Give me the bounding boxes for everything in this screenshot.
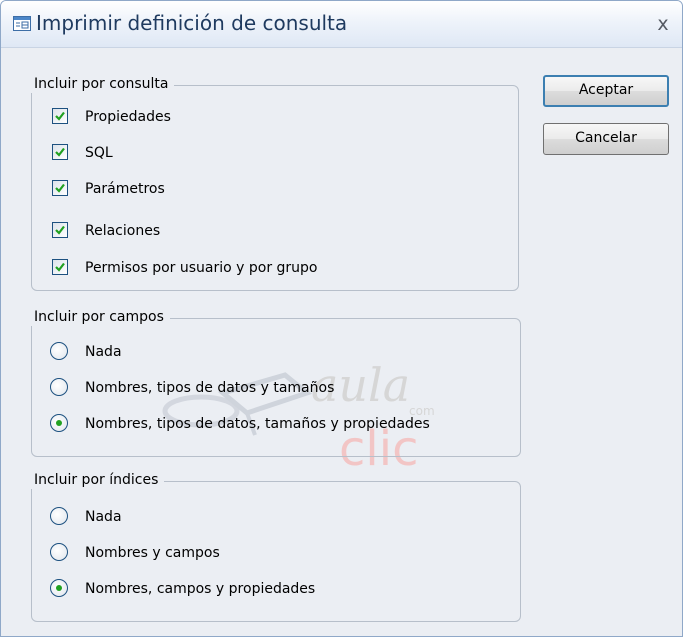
radio-circle[interactable] xyxy=(50,543,68,561)
checkbox-box[interactable] xyxy=(52,259,68,275)
checkbox-label: Relaciones xyxy=(85,223,161,239)
close-button[interactable]: x xyxy=(650,12,676,36)
checkbox-label: Propiedades xyxy=(85,109,171,125)
radio-campos-con-propiedades[interactable]: Nombres, tipos de datos, tamaños y propi… xyxy=(50,413,490,435)
group-label-indices: Incluir por índices xyxy=(31,471,165,489)
radio-label: Nada xyxy=(85,344,122,360)
radio-campos-nombres-tipos-tamanos[interactable]: Nombres, tipos de datos y tamaños xyxy=(50,377,380,399)
accept-button[interactable]: Aceptar xyxy=(543,75,669,107)
radio-label: Nombres, campos y propiedades xyxy=(85,581,316,597)
radio-label: Nada xyxy=(85,509,122,525)
checkmark-icon xyxy=(55,111,65,121)
group-label-campos: Incluir por campos xyxy=(31,308,170,326)
checkbox-label: Parámetros xyxy=(85,181,165,197)
radio-label: Nombres, tipos de datos y tamaños xyxy=(85,380,335,396)
checkmark-icon xyxy=(55,183,65,193)
checkmark-icon xyxy=(55,147,65,157)
close-icon: x xyxy=(657,13,669,35)
radio-circle[interactable] xyxy=(50,414,68,432)
checkbox-permisos[interactable]: Permisos por usuario y por grupo xyxy=(52,257,392,279)
radio-campos-nada[interactable]: Nada xyxy=(50,341,250,363)
radio-circle[interactable] xyxy=(50,507,68,525)
dialog-window: Imprimir definición de consulta x Inclui… xyxy=(0,0,683,637)
checkbox-relaciones[interactable]: Relaciones xyxy=(52,220,352,242)
title-bar[interactable]: Imprimir definición de consulta x xyxy=(1,1,682,48)
checkbox-label: Permisos por usuario y por grupo xyxy=(85,260,318,276)
checkbox-sql[interactable]: SQL xyxy=(52,142,352,164)
checkbox-box[interactable] xyxy=(52,144,68,160)
group-label-consulta: Incluir por consulta xyxy=(31,75,175,93)
radio-circle[interactable] xyxy=(50,342,68,360)
radio-selected-dot xyxy=(56,585,62,591)
checkbox-parametros[interactable]: Parámetros xyxy=(52,178,352,200)
radio-indices-con-propiedades[interactable]: Nombres, campos y propiedades xyxy=(50,578,380,600)
dialog-title: Imprimir definición de consulta xyxy=(36,11,348,35)
checkmark-icon xyxy=(55,225,65,235)
table-properties-icon xyxy=(13,16,31,31)
radio-selected-dot xyxy=(56,420,62,426)
radio-circle[interactable] xyxy=(50,378,68,396)
radio-label: Nombres, tipos de datos, tamaños y propi… xyxy=(85,416,430,432)
checkbox-box[interactable] xyxy=(52,222,68,238)
cancel-button[interactable]: Cancelar xyxy=(543,123,669,155)
checkbox-box[interactable] xyxy=(52,108,68,124)
checkbox-box[interactable] xyxy=(52,180,68,196)
radio-indices-nada[interactable]: Nada xyxy=(50,506,250,528)
checkmark-icon xyxy=(55,262,65,272)
radio-indices-nombres-campos[interactable]: Nombres y campos xyxy=(50,542,310,564)
checkbox-propiedades[interactable]: Propiedades xyxy=(52,106,352,128)
radio-label: Nombres y campos xyxy=(85,545,220,561)
radio-circle[interactable] xyxy=(50,579,68,597)
checkbox-label: SQL xyxy=(85,145,113,161)
